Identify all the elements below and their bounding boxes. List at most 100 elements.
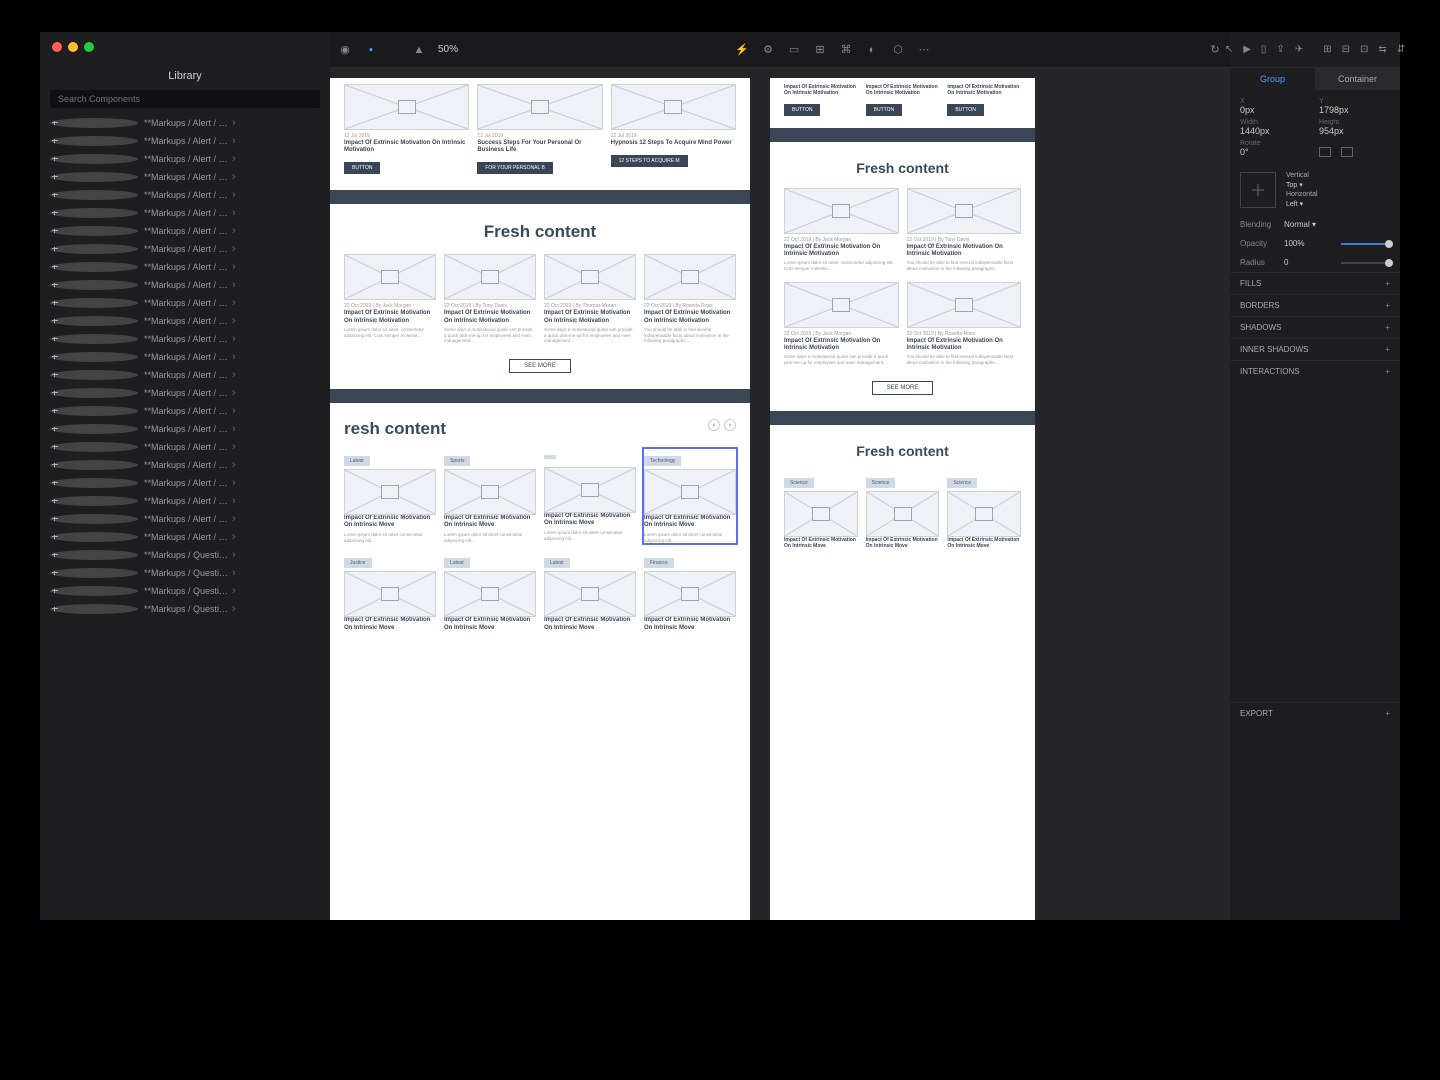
component-icon bbox=[50, 496, 138, 506]
pointer-icon[interactable]: ↖ bbox=[1225, 44, 1233, 56]
library-item[interactable]: **Markups / Alert / Pointer / Solid / 4_… bbox=[40, 456, 330, 474]
flip-h-icon[interactable]: ⇆ bbox=[1378, 44, 1386, 56]
library-item[interactable]: **Markups / Alert / Direct_Comments / To… bbox=[40, 150, 330, 168]
fills-section[interactable]: FILLS+ bbox=[1230, 272, 1400, 294]
y-value[interactable]: 1798px bbox=[1319, 105, 1390, 115]
chevron-right-icon: › bbox=[232, 387, 320, 399]
export-section[interactable]: EXPORT+ bbox=[1230, 702, 1400, 724]
card[interactable] bbox=[611, 84, 736, 130]
library-item[interactable]: **Markups / Alert / Element / Number_Sma… bbox=[40, 222, 330, 240]
maximize-icon[interactable] bbox=[84, 42, 94, 52]
shadows-section[interactable]: SHADOWS+ bbox=[1230, 316, 1400, 338]
card-button[interactable]: FOR YOUR PERSONAL B bbox=[477, 162, 552, 174]
send-icon[interactable]: ✈ bbox=[1295, 44, 1303, 56]
eye-icon[interactable]: ◉ bbox=[338, 43, 352, 57]
flip-h-icon[interactable] bbox=[1319, 147, 1331, 157]
tab-container[interactable]: Container bbox=[1315, 68, 1400, 90]
prev-icon[interactable]: ‹ bbox=[708, 419, 720, 431]
main-area: ◉ ▪ ▲ 50% ⚡ ⚙ ▭ ⊞ ⌘ ◐ ⬡ ⋯ ↻ bbox=[330, 32, 1230, 920]
library-item[interactable]: **Markups / Question / Connector / Left_… bbox=[40, 582, 330, 600]
view-mode-icon[interactable]: ▪ bbox=[364, 43, 378, 57]
pin-box[interactable] bbox=[1240, 172, 1276, 208]
radius-value[interactable]: 0 bbox=[1284, 258, 1333, 267]
chevron-right-icon: › bbox=[232, 153, 320, 165]
upload-icon[interactable]: ⇪ bbox=[1276, 44, 1284, 56]
library-item[interactable]: **Markups / Alert / Pointer / Dashed / L… bbox=[40, 366, 330, 384]
redo-icon[interactable]: ↻ bbox=[1208, 43, 1222, 57]
inner-shadows-section[interactable]: INNER SHADOWS+ bbox=[1230, 338, 1400, 360]
zoom-level[interactable]: 50% bbox=[438, 44, 458, 55]
library-item[interactable]: **Markups / Alert / Element / Number_Lar… bbox=[40, 204, 330, 222]
library-item[interactable]: **Markups / Alert / Pointer / Right› bbox=[40, 276, 330, 294]
library-item[interactable]: **Markups / Alert / Pointer / Solid / 2_… bbox=[40, 420, 330, 438]
gear-icon[interactable]: ⚙ bbox=[761, 43, 775, 57]
layout-icon[interactable]: ⊞ bbox=[1323, 44, 1331, 56]
library-item[interactable]: **Markups / Alert / Pointer / Dashed / 4… bbox=[40, 348, 330, 366]
plus-icon: + bbox=[1385, 301, 1390, 310]
mobile-icon[interactable]: ▯ bbox=[1261, 44, 1267, 56]
library-item[interactable]: **Markups / Alert / Pointer / Solid / 1_… bbox=[40, 402, 330, 420]
library-item-label: **Markups / Alert / Direct_Comments / Bo… bbox=[144, 136, 232, 146]
artboard-icon[interactable]: ▭ bbox=[787, 43, 801, 57]
distribute-icon[interactable]: ⊡ bbox=[1360, 44, 1368, 56]
more-icon[interactable]: ⋯ bbox=[917, 43, 931, 57]
group-icon[interactable]: ⊞ bbox=[813, 43, 827, 57]
align-icon[interactable]: ⊟ bbox=[1342, 44, 1350, 56]
blending-select[interactable]: Normal ▾ bbox=[1284, 220, 1390, 229]
mask-icon[interactable]: ◐ bbox=[865, 43, 879, 57]
card-title: Hypnosis 12 Steps To Acquire Mind Power bbox=[611, 140, 736, 149]
selected-card[interactable]: TechnologyImpact Of Extrinsic Motivation… bbox=[644, 449, 736, 543]
library-item[interactable]: **Markups / Question / Comments / Questi… bbox=[40, 564, 330, 582]
flip-v-icon[interactable]: ⇵ bbox=[1397, 44, 1405, 56]
card[interactable] bbox=[477, 84, 602, 130]
library-item[interactable]: **Markups / Alert / Pointer / Left› bbox=[40, 258, 330, 276]
library-item[interactable]: **Markups / Alert / Direct_Comments / Bo… bbox=[40, 132, 330, 150]
library-item[interactable]: **Markups / Alert / Direct_Comments / Le… bbox=[40, 168, 330, 186]
opacity-slider[interactable] bbox=[1341, 243, 1390, 245]
library-item[interactable]: **Markups / Alert / Pointer / Dashed / 2… bbox=[40, 312, 330, 330]
library-item[interactable]: **Markups / Alert / Pointer / Dashed / 1… bbox=[40, 294, 330, 312]
see-more-button[interactable]: SEE MORE bbox=[509, 359, 571, 373]
minimize-icon[interactable] bbox=[68, 42, 78, 52]
library-item[interactable]: **Markups / Alert / Element / icon› bbox=[40, 240, 330, 258]
cursor-icon[interactable]: ▲ bbox=[412, 43, 426, 57]
height-value[interactable]: 954px bbox=[1319, 126, 1390, 136]
library-item[interactable]: **Markups / Alert / Pointer / Dashed / R… bbox=[40, 384, 330, 402]
card[interactable] bbox=[344, 84, 469, 130]
library-item[interactable]: **Markups / Alert / Pointer / Solid / L› bbox=[40, 474, 330, 492]
card-button[interactable]: BUTTON bbox=[344, 162, 380, 174]
library-item[interactable]: **Markups / Question / Connector / Right… bbox=[40, 600, 330, 618]
library-item[interactable]: **Markups / Alert / Connector / Two_Way› bbox=[40, 114, 330, 132]
library-item[interactable]: **Markups / Alert / Direct_Comments / Ri… bbox=[40, 186, 330, 204]
search-input[interactable] bbox=[50, 90, 320, 108]
placeholder-image-icon bbox=[477, 84, 602, 130]
x-value[interactable]: 0px bbox=[1240, 105, 1311, 115]
card-meta: 12 Jul 2019 bbox=[611, 130, 736, 140]
rotate-value[interactable]: 0° bbox=[1240, 147, 1311, 157]
link-icon[interactable]: ⌘ bbox=[839, 43, 853, 57]
tab-group[interactable]: Group bbox=[1230, 68, 1315, 90]
library-item[interactable]: **Markups / Alert / Pointer / Solid / Ri… bbox=[40, 510, 330, 528]
vertical-select[interactable]: Top ▾ bbox=[1286, 180, 1390, 190]
library-item[interactable]: **Markups / Alert / Pointer / Dashed / 3… bbox=[40, 330, 330, 348]
width-value[interactable]: 1440px bbox=[1240, 126, 1311, 136]
bolt-icon[interactable]: ⚡ bbox=[735, 43, 749, 57]
next-icon[interactable]: › bbox=[724, 419, 736, 431]
union-icon[interactable]: ⬡ bbox=[891, 43, 905, 57]
flip-v-icon[interactable] bbox=[1341, 147, 1353, 157]
interactions-section[interactable]: INTERACTIONS+ bbox=[1230, 360, 1400, 382]
library-item[interactable]: **Markups / Alert / Pointer / Solid / Z› bbox=[40, 528, 330, 546]
play-icon[interactable]: ▶ bbox=[1243, 44, 1251, 56]
library-item[interactable]: **Markups / Alert / Pointer / Solid / 3_… bbox=[40, 438, 330, 456]
close-icon[interactable] bbox=[52, 42, 62, 52]
canvas[interactable]: 12 Jul 2019 Impact Of Extrinsic Motivati… bbox=[330, 68, 1230, 920]
radius-slider[interactable] bbox=[1341, 262, 1390, 264]
artboard-desktop[interactable]: 12 Jul 2019 Impact Of Extrinsic Motivati… bbox=[330, 78, 750, 920]
card-button[interactable]: 12 STEPS TO ACQUIRE M bbox=[611, 155, 688, 167]
artboard-tablet[interactable]: Impact Of Extrinsic Motivation On Intrin… bbox=[770, 78, 1035, 920]
library-item[interactable]: **Markups / Question / Comments / Questi… bbox=[40, 546, 330, 564]
horizontal-select[interactable]: Left ▾ bbox=[1286, 199, 1390, 209]
opacity-value[interactable]: 100% bbox=[1284, 239, 1333, 248]
borders-section[interactable]: BORDERS+ bbox=[1230, 294, 1400, 316]
library-item[interactable]: **Markups / Alert / Pointer / Solid / Le… bbox=[40, 492, 330, 510]
